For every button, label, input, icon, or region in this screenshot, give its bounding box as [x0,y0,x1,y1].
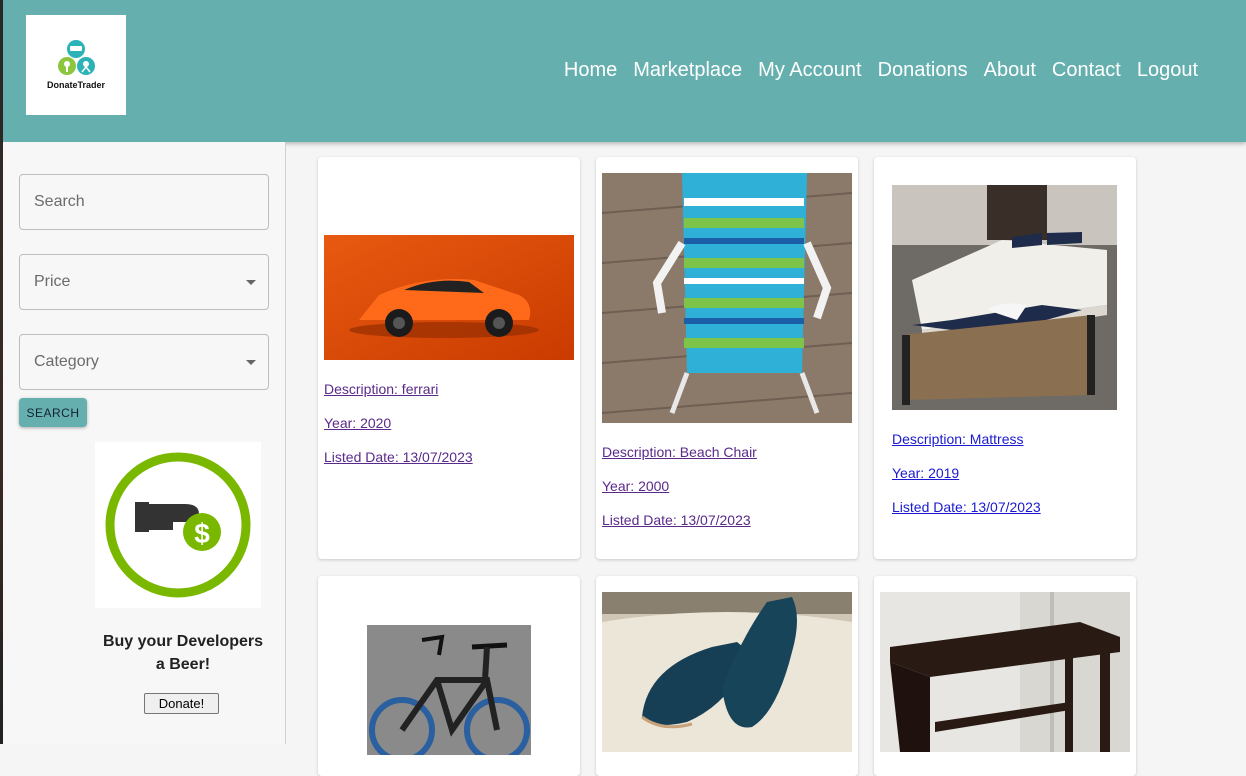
donate-button[interactable]: Donate! [144,693,219,714]
listing-card[interactable]: Description: Mattress Year: 2019 Listed … [874,157,1136,559]
listing-card[interactable]: Description: ferrari Year: 2020 Listed D… [318,157,580,559]
search-input[interactable]: Search [19,174,269,230]
listing-card[interactable] [318,576,580,776]
donate-hand-icon: $ [95,442,261,608]
listing-card[interactable] [596,576,858,776]
nav-marketplace[interactable]: Marketplace [633,58,742,82]
logo-text: DonateTrader [46,80,106,90]
nav-home[interactable]: Home [564,58,617,82]
price-placeholder: Price [34,273,71,290]
nav-contact[interactable]: Contact [1052,58,1121,82]
listing-year-link[interactable]: Year: 2019 [892,465,959,481]
filter-sidebar: Search Price Category SEARCH $ Buy your … [3,142,286,744]
donation-promo-text: Buy your Developers a Beer! [102,633,264,673]
listing-year-link[interactable]: Year: 2000 [602,478,669,494]
nav-my-account[interactable]: My Account [758,58,861,82]
listing-image[interactable] [324,235,574,360]
listing-description-link[interactable]: Description: Mattress [892,431,1023,447]
listing-description-link[interactable]: Description: Beach Chair [602,444,757,460]
listing-date-link[interactable]: Listed Date: 13/07/2023 [324,449,473,465]
listing-image[interactable] [602,173,852,423]
listing-date-link[interactable]: Listed Date: 13/07/2023 [602,512,751,528]
listing-image[interactable] [367,625,531,755]
price-select[interactable]: Price [19,254,269,310]
chevron-down-icon [246,280,256,285]
category-select[interactable]: Category [19,334,269,390]
svg-text:$: $ [194,518,210,549]
listing-image[interactable] [892,185,1117,410]
listing-card[interactable] [874,576,1136,776]
site-header: DonateTrader Home Marketplace My Account… [3,0,1246,142]
site-logo[interactable]: DonateTrader [26,15,126,115]
category-placeholder: Category [34,353,99,370]
listing-date-link[interactable]: Listed Date: 13/07/2023 [892,499,1041,515]
search-placeholder: Search [34,193,85,210]
nav-about[interactable]: About [984,58,1036,82]
chevron-down-icon [246,360,256,365]
main-nav: Home Marketplace My Account Donations Ab… [564,58,1198,82]
logo-icon [58,40,95,75]
listing-image[interactable] [880,592,1130,752]
listing-year-link[interactable]: Year: 2020 [324,415,391,431]
search-button[interactable]: SEARCH [19,398,87,427]
nav-donations[interactable]: Donations [878,58,968,82]
listing-card[interactable]: Description: Beach Chair Year: 2000 List… [596,157,858,559]
nav-logout[interactable]: Logout [1137,58,1198,82]
listing-description-link[interactable]: Description: ferrari [324,381,438,397]
listing-image[interactable] [602,592,852,752]
